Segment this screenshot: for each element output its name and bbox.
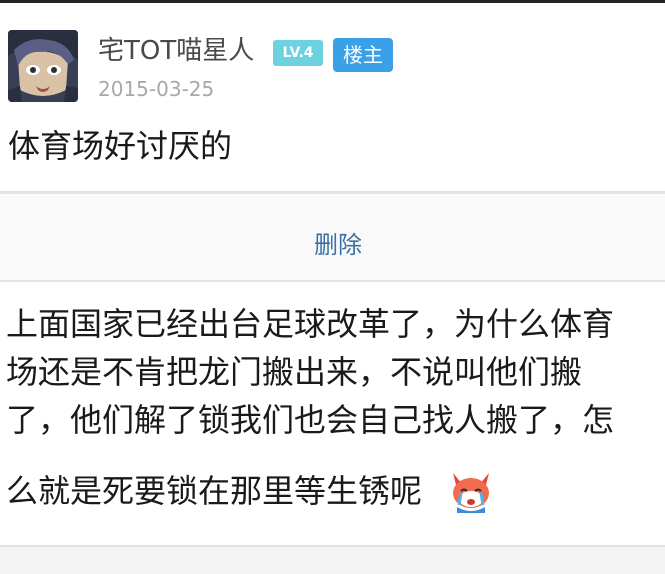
thread-owner-badge: 楼主 (333, 38, 393, 72)
crying-fox-emoji-icon (449, 469, 493, 515)
avatar-image (8, 30, 78, 102)
reply-line: 上面国家已经出台足球改革了，为什么体育 (6, 305, 615, 343)
post-body-text: 体育场好讨厌的 (8, 127, 233, 165)
reply-line: 了，他们解了锁我们也会自己找人搬了，怎 (6, 401, 615, 439)
post-date: 2015-03-25 (98, 77, 215, 101)
footer-strip (0, 547, 665, 574)
reply-line: 场还是不肯把龙门搬出来，不说叫他们搬 (6, 353, 583, 391)
reply-line: 么就是死要锁在那里等生锈呢 (6, 472, 423, 510)
anime-avatar-icon[interactable] (8, 30, 78, 102)
delete-button[interactable]: 删除 (288, 226, 388, 264)
level-badge: LV.4 (273, 40, 323, 66)
post-author-name[interactable]: 宅TOT喵星人 (98, 36, 254, 66)
